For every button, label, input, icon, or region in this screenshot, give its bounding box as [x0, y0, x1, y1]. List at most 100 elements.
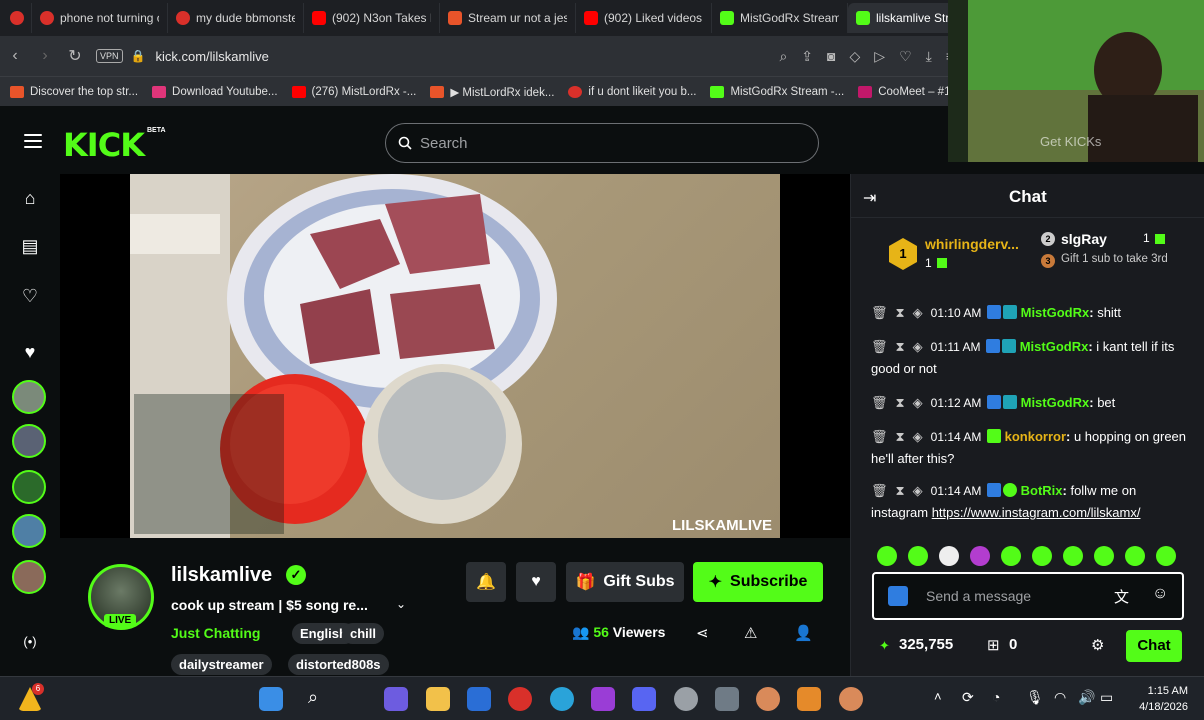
- outlook-icon[interactable]: [467, 687, 491, 711]
- mod-tools-icon[interactable]: 👤: [794, 624, 813, 642]
- bookmark-item[interactable]: Download Youtube...: [152, 85, 278, 98]
- forward-icon[interactable]: ›: [30, 47, 60, 65]
- send-chat-button[interactable]: Chat: [1126, 630, 1182, 662]
- expand-sidebar-icon[interactable]: (•): [18, 634, 42, 658]
- tray-chevron-up-icon[interactable]: ˄: [934, 689, 942, 704]
- chat-message[interactable]: 🗑 ⧗ ◈ 01:14 AM BotRix: follw me on instagra…: [871, 480, 1191, 523]
- emote-icon[interactable]: [1125, 546, 1145, 566]
- message-username[interactable]: MistGodRx: [1021, 305, 1090, 320]
- fl-studio-icon[interactable]: [797, 687, 821, 711]
- translate-icon[interactable]: 文: [1114, 586, 1129, 607]
- emote-icon[interactable]: [1063, 546, 1083, 566]
- emote-icon[interactable]: [1094, 546, 1114, 566]
- emote-icon[interactable]: [970, 546, 990, 566]
- trash-icon[interactable]: 🗑: [871, 429, 888, 444]
- file-explorer-icon[interactable]: [426, 687, 450, 711]
- notification-bell-button[interactable]: 🔔: [466, 562, 506, 602]
- stream-tag[interactable]: dailystreamer: [171, 654, 272, 675]
- emote-icon[interactable]: [877, 546, 897, 566]
- bookmark-item[interactable]: if u dont likeit you b...: [568, 85, 696, 98]
- sync-icon[interactable]: ⟳: [962, 689, 974, 706]
- discord-icon[interactable]: [632, 687, 656, 711]
- emote-icon[interactable]: [908, 546, 928, 566]
- trash-icon[interactable]: 🗑: [871, 483, 888, 498]
- emote-icon[interactable]: [1001, 546, 1021, 566]
- message-link[interactable]: https://www.instagram.com/lilskamx/: [932, 505, 1141, 520]
- emote-icon[interactable]: [939, 546, 959, 566]
- trash-icon[interactable]: 🗑: [871, 395, 888, 410]
- tray-app-icon[interactable]: ◔: [992, 689, 1000, 705]
- leaderboard-second-name[interactable]: slgRay: [1061, 231, 1107, 247]
- wifi-icon[interactable]: ◠: [1054, 689, 1066, 706]
- home-icon[interactable]: ⌂: [18, 188, 42, 212]
- shield-icon[interactable]: ◈: [913, 429, 923, 444]
- zoom-icon[interactable]: ⌕: [779, 48, 787, 65]
- windows-start-icon[interactable]: [259, 687, 283, 711]
- timeout-icon[interactable]: ⧗: [896, 339, 905, 354]
- timeout-icon[interactable]: ⧗: [896, 483, 905, 498]
- tab-3[interactable]: Stream ur not a jester: [440, 3, 576, 33]
- app-icon[interactable]: [674, 687, 698, 711]
- stream-tag[interactable]: chill: [342, 623, 385, 644]
- message-username[interactable]: MistGodRx: [1021, 395, 1090, 410]
- report-icon[interactable]: ⚠: [744, 624, 757, 642]
- gift-count[interactable]: 0: [1009, 636, 1017, 653]
- emoji-icon[interactable]: ☺: [1152, 585, 1168, 603]
- tab-4[interactable]: (902) Liked videos - Y: [576, 3, 712, 33]
- tab-0[interactable]: phone not turning on: [32, 3, 168, 33]
- collapse-chat-icon[interactable]: ⇥: [863, 188, 876, 208]
- game-app-icon[interactable]: [839, 687, 863, 711]
- camera-icon[interactable]: ◙: [827, 48, 835, 65]
- points-count[interactable]: 325,755: [899, 636, 953, 653]
- tab-5[interactable]: MistGodRx Stream -: [712, 3, 848, 33]
- hamburger-menu-icon[interactable]: [24, 134, 42, 152]
- shield-icon[interactable]: ◈: [913, 483, 923, 498]
- bookmark-item[interactable]: MistGodRx Stream -...: [710, 85, 844, 98]
- url-field[interactable]: kick.com/lilskamlive: [155, 49, 268, 64]
- game-app-icon[interactable]: [756, 687, 780, 711]
- following-heart-icon[interactable]: ♡: [18, 286, 42, 310]
- back-icon[interactable]: ‹: [0, 47, 30, 65]
- message-username[interactable]: BotRix: [1021, 483, 1063, 498]
- vpn-badge[interactable]: VPN: [96, 49, 123, 63]
- shield-icon[interactable]: ◈: [913, 305, 923, 320]
- microphone-icon[interactable]: 🎙: [1026, 689, 1044, 706]
- bookmark-item[interactable]: (276) MistLordRx -...: [291, 85, 416, 98]
- camera-app-icon[interactable]: [715, 687, 739, 711]
- edge-icon[interactable]: [550, 687, 574, 711]
- opera-menu-icon[interactable]: [4, 3, 32, 33]
- shield-icon[interactable]: ◇: [850, 48, 861, 65]
- gift-subs-button[interactable]: 🎁 Gift Subs: [566, 562, 684, 602]
- emote-icon[interactable]: [1156, 546, 1176, 566]
- leaderboard-first-name[interactable]: whirlingderv...: [925, 236, 1019, 252]
- chevron-down-icon[interactable]: ⌄: [396, 597, 406, 611]
- video-player[interactable]: LILSKAMLIVE: [60, 174, 850, 538]
- shield-icon[interactable]: ◈: [913, 339, 923, 354]
- bookmark-item[interactable]: Discover the top str...: [10, 85, 138, 98]
- heart-icon[interactable]: ♡: [899, 48, 912, 65]
- tab-2[interactable]: (902) N3on Takes Play: [304, 3, 440, 33]
- sidebar-channel-avatar[interactable]: [12, 560, 46, 594]
- browse-icon[interactable]: ▤: [18, 236, 42, 260]
- timeout-icon[interactable]: ⧗: [896, 305, 905, 320]
- trash-icon[interactable]: 🗑: [871, 305, 888, 320]
- sidebar-channel-avatar[interactable]: [12, 470, 46, 504]
- opera-icon[interactable]: [508, 687, 532, 711]
- timeout-icon[interactable]: ⧗: [896, 395, 905, 410]
- trash-icon[interactable]: 🗑: [871, 339, 888, 354]
- chat-message[interactable]: 🗑 ⧗ ◈ 01:11 AM MistGodRx: i kant tell if it…: [871, 336, 1191, 379]
- search-icon[interactable]: ⌕: [301, 687, 325, 711]
- emote-icon[interactable]: [1032, 546, 1052, 566]
- chat-message[interactable]: 🗑 ⧗ ◈ 01:14 AM konkorror: u hopping on gree…: [871, 426, 1191, 469]
- stream-tag[interactable]: distorted808s: [288, 654, 389, 675]
- bookmark-item[interactable]: ▶ MistLordRx idek...: [430, 85, 554, 99]
- chat-message[interactable]: 🗑 ⧗ ◈ 01:10 AM MistGodRx: shitt: [871, 302, 1191, 324]
- search-input[interactable]: Search: [385, 123, 819, 163]
- streamer-name[interactable]: lilskamlive: [171, 564, 272, 587]
- sidebar-channel-avatar[interactable]: [12, 514, 46, 548]
- system-clock[interactable]: 1:15 AM 4/18/2026: [1139, 683, 1188, 715]
- kick-logo[interactable]: KICK: [63, 126, 145, 164]
- chat-message[interactable]: 🗑 ⧗ ◈ 01:12 AM MistGodRx: bet: [871, 392, 1191, 414]
- message-username[interactable]: MistGodRx: [1020, 339, 1089, 354]
- follow-button[interactable]: ♥: [516, 562, 556, 602]
